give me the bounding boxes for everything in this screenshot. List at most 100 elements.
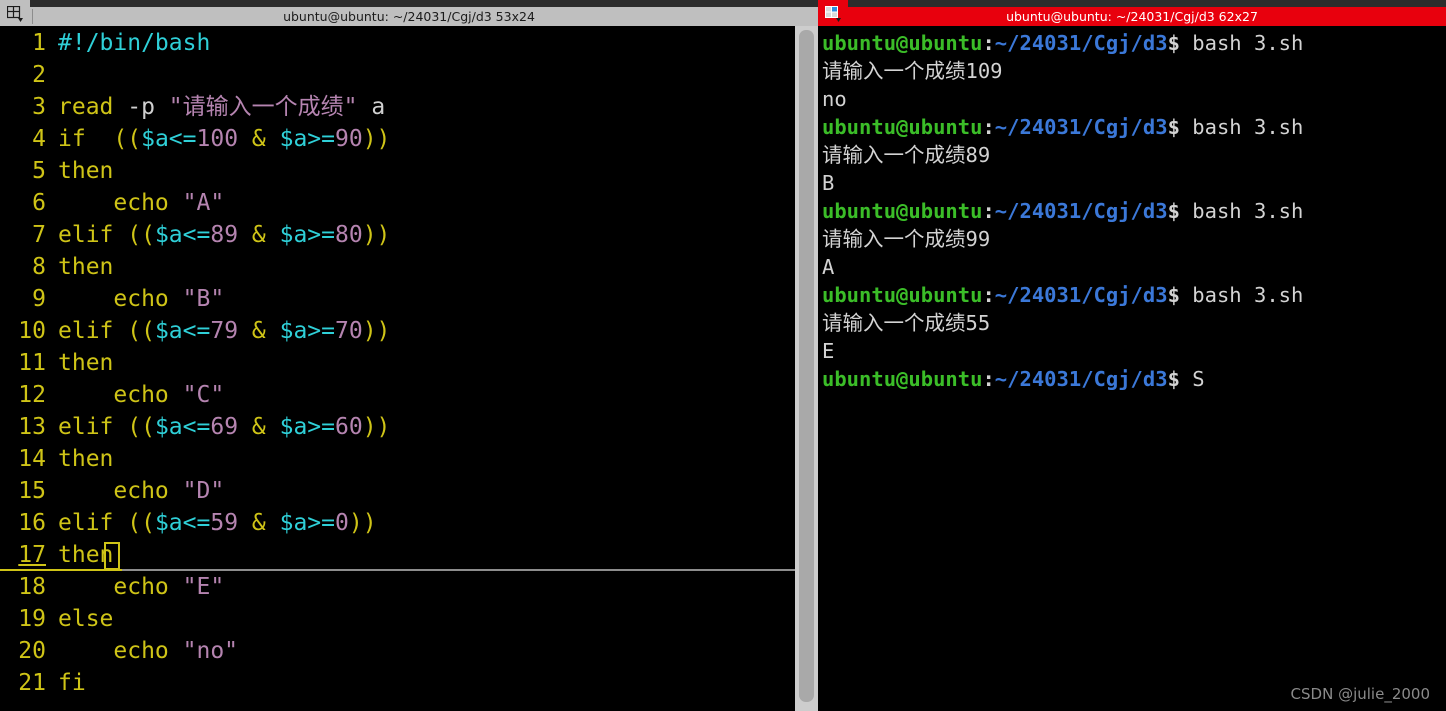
code-text: echo "no" [58, 638, 238, 664]
code-token: $a<= [154, 318, 211, 344]
code-token: #!/bin/bash [58, 30, 211, 56]
code-line[interactable]: 17 then [0, 539, 795, 571]
code-token: 70 [334, 318, 363, 344]
code-line[interactable]: 3 read -p "请输入一个成绩" a [0, 91, 795, 123]
titlebar-top-strip [818, 0, 1446, 7]
code-token: 60 [334, 414, 363, 440]
code-token: fi [58, 670, 86, 696]
terminal-window-titlebar[interactable]: ubuntu@ubuntu: ~/24031/Cgj/d3 62x27 [818, 0, 1446, 26]
prompt-colon: : [982, 283, 995, 307]
code-line[interactable]: 16 elif (($a<=59 & $a>=0)) [0, 507, 795, 539]
code-line[interactable]: 6 echo "A" [0, 187, 795, 219]
code-text: then [58, 254, 113, 280]
line-number: 11 [18, 350, 46, 376]
code-token: -p [113, 94, 169, 120]
code-line[interactable]: 4 if (($a<=100 & $a>=90)) [0, 123, 795, 155]
line-number: 8 [32, 254, 46, 280]
prompt-colon: : [982, 115, 995, 139]
terminal-window-title: ubuntu@ubuntu: ~/24031/Cgj/d3 62x27 [1006, 9, 1258, 24]
prompt-colon: : [982, 31, 995, 55]
vim-scrollbar-thumb[interactable] [799, 30, 814, 702]
terminal-output-line: A [822, 253, 1446, 281]
code-token: 69 [210, 414, 239, 440]
code-line[interactable]: 15 echo "D" [0, 475, 795, 507]
prompt-colon: : [982, 367, 995, 391]
line-number: 12 [18, 382, 46, 408]
code-text: read -p "请输入一个成绩" a [58, 94, 385, 120]
code-token: elif [58, 414, 114, 440]
terminal-window[interactable]: ubuntu@ubuntu: ~/24031/Cgj/d3 62x27 ubun… [818, 0, 1446, 711]
code-line[interactable]: 9 echo "B" [0, 283, 795, 315]
line-number: 17 [18, 542, 46, 568]
code-line[interactable]: 19 else [0, 603, 795, 635]
code-text: elif (($a<=89 & $a>=80)) [58, 222, 390, 248]
code-line[interactable]: 7 elif (($a<=89 & $a>=80)) [0, 219, 795, 251]
code-line[interactable]: 13 elif (($a<=69 & $a>=60)) [0, 411, 795, 443]
window-menu-icon[interactable] [0, 0, 30, 26]
code-token: then [58, 254, 114, 280]
line-number: 3 [32, 94, 46, 120]
code-token: )) [362, 126, 391, 152]
vim-scrollbar[interactable] [795, 26, 818, 711]
code-line[interactable]: 2 [0, 59, 795, 91]
code-line[interactable]: 14 then [0, 443, 795, 475]
code-token: echo [113, 478, 169, 504]
code-line[interactable]: 8 then [0, 251, 795, 283]
prompt-sigil: $ [1167, 115, 1180, 139]
window-menu-icon[interactable] [818, 0, 848, 26]
code-line[interactable]: 5 then [0, 155, 795, 187]
prompt-user-host: ubuntu@ubuntu [822, 283, 983, 307]
vim-code-area[interactable]: 1 #!/bin/bash 2 3 read -p "请输入一个成绩" a 4 if (($… [0, 26, 795, 711]
terminal-output-area[interactable]: ubuntu@ubuntu:~/24031/Cgj/d3$ bash 3.sh 请… [818, 26, 1446, 711]
code-line[interactable]: 20 echo "no" [0, 635, 795, 667]
terminal-prompt-line: ubuntu@ubuntu:~/24031/Cgj/d3$ bash 3.sh [822, 113, 1446, 141]
code-text: elif (($a<=59 & $a>=0)) [58, 510, 377, 536]
code-token: )) [362, 318, 391, 344]
terminal-output-text: 请输入一个成绩99 [822, 227, 991, 251]
terminal-output-text: no [822, 87, 847, 111]
code-token: 100 [196, 126, 239, 152]
titlebar-top-strip [0, 0, 818, 7]
csdn-watermark: CSDN @julie_2000 [1290, 685, 1430, 703]
line-number: 1 [32, 30, 46, 56]
code-line[interactable]: 18 echo "E" [0, 571, 795, 603]
terminal-output-text: B [822, 171, 835, 195]
code-line[interactable]: 11 then [0, 347, 795, 379]
code-line[interactable]: 1 #!/bin/bash [0, 27, 795, 59]
vim-window-title: ubuntu@ubuntu: ~/24031/Cgj/d3 53x24 [283, 9, 535, 24]
prompt-path: ~/24031/Cgj/d3 [994, 115, 1168, 139]
prompt-path: ~/24031/Cgj/d3 [994, 199, 1168, 223]
terminal-prompt-line: ubuntu@ubuntu:~/24031/Cgj/d3$ S [822, 365, 1446, 393]
code-text: if (($a<=100 & $a>=90)) [58, 126, 390, 152]
terminal-output-line: 请输入一个成绩109 [822, 57, 1446, 85]
code-line[interactable]: 10 elif (($a<=79 & $a>=70)) [0, 315, 795, 347]
vim-window-titlebar[interactable]: ubuntu@ubuntu: ~/24031/Cgj/d3 53x24 [0, 0, 818, 26]
desktop: ubuntu@ubuntu: ~/24031/Cgj/d3 53x24 1 #!/… [0, 0, 1446, 711]
prompt-sigil: $ [1167, 283, 1180, 307]
vim-editor-window[interactable]: ubuntu@ubuntu: ~/24031/Cgj/d3 53x24 1 #!/… [0, 0, 818, 711]
code-token: )) [362, 414, 391, 440]
code-token: then [58, 542, 114, 568]
code-token: 80 [334, 222, 363, 248]
code-token: (( [127, 222, 155, 248]
code-text: echo "D" [58, 478, 224, 504]
code-token: a [357, 94, 386, 120]
code-text: #!/bin/bash [58, 30, 210, 56]
code-line[interactable]: 21 fi [0, 667, 795, 699]
code-line[interactable]: 12 echo "C" [0, 379, 795, 411]
prompt-path: ~/24031/Cgj/d3 [994, 367, 1168, 391]
vim-body[interactable]: 1 #!/bin/bash 2 3 read -p "请输入一个成绩" a 4 if (($… [0, 26, 818, 711]
code-token: & [238, 510, 280, 536]
code-token: elif [58, 222, 114, 248]
code-token: "C" [182, 382, 225, 408]
code-token: 79 [210, 318, 239, 344]
terminal-prompt-line: ubuntu@ubuntu:~/24031/Cgj/d3$ bash 3.sh [822, 281, 1446, 309]
code-token: $a>= [279, 510, 335, 536]
